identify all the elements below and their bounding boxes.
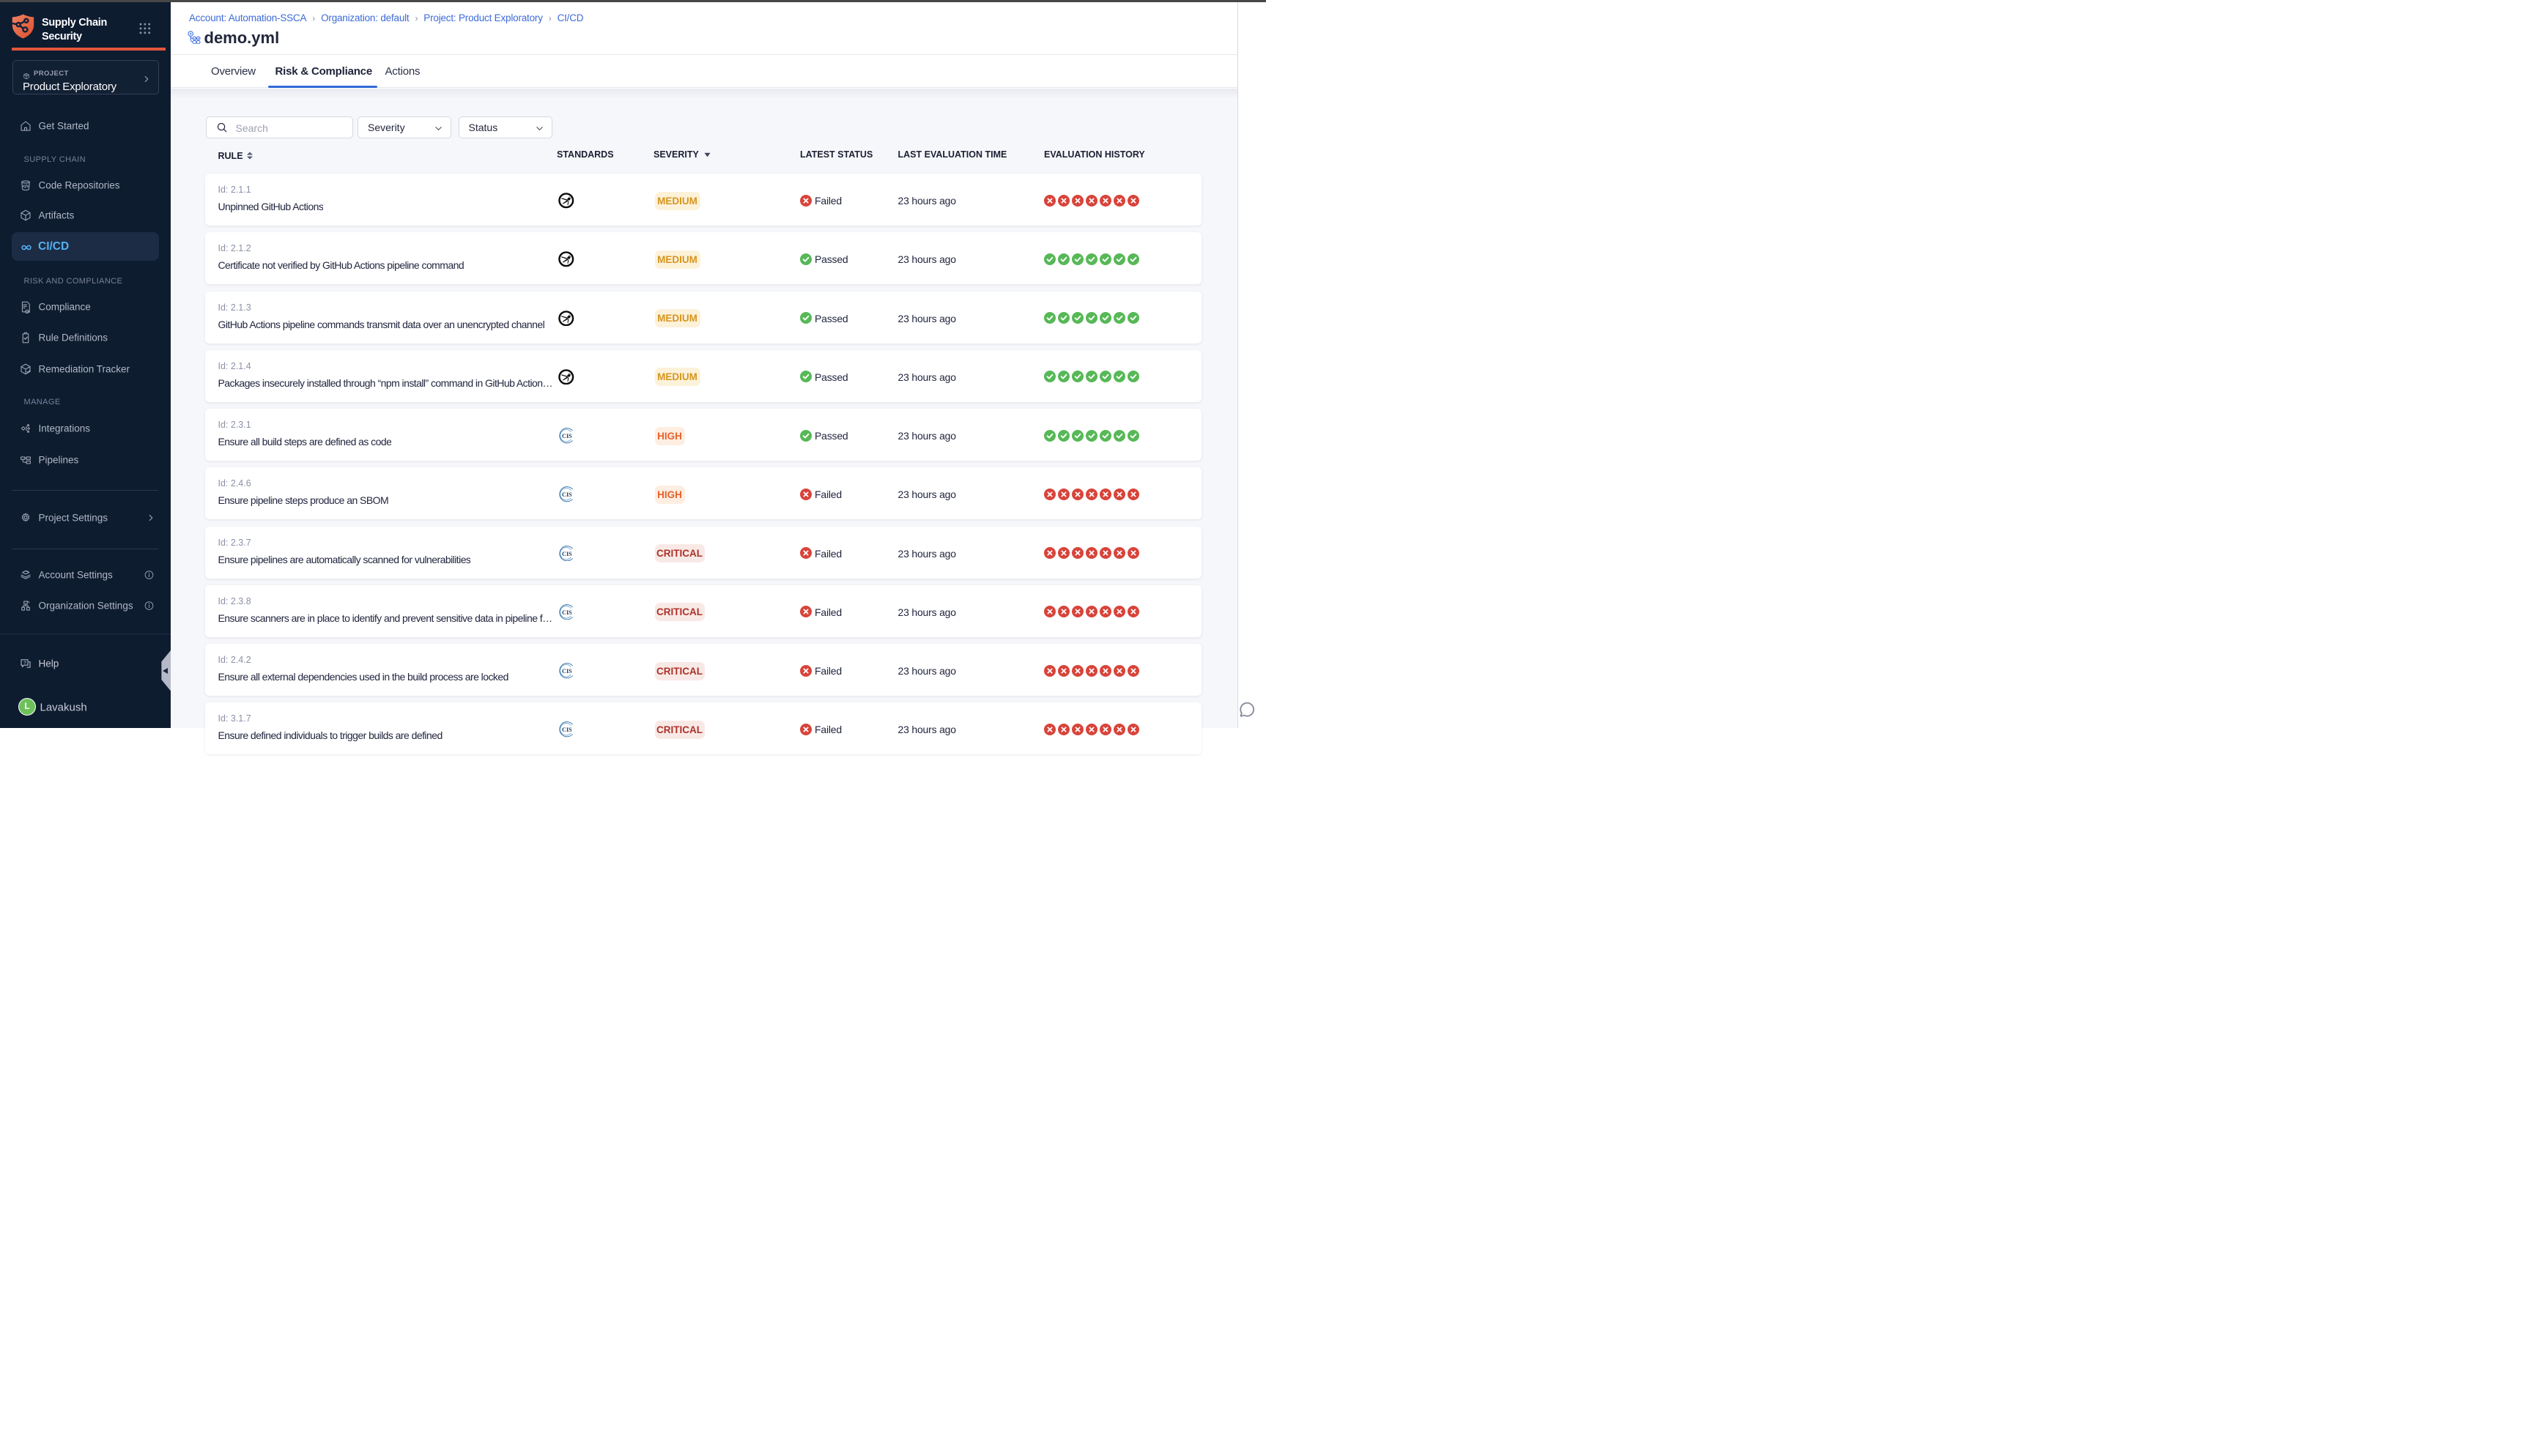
svg-text:CIS: CIS <box>562 491 572 498</box>
svg-text:?: ? <box>23 661 26 666</box>
svg-text:CIS: CIS <box>562 668 572 675</box>
svg-text:CIS: CIS <box>562 727 572 733</box>
svg-text:CIS: CIS <box>562 433 572 439</box>
svg-text:CIS: CIS <box>562 609 572 616</box>
svg-text:CIS: CIS <box>562 550 572 557</box>
